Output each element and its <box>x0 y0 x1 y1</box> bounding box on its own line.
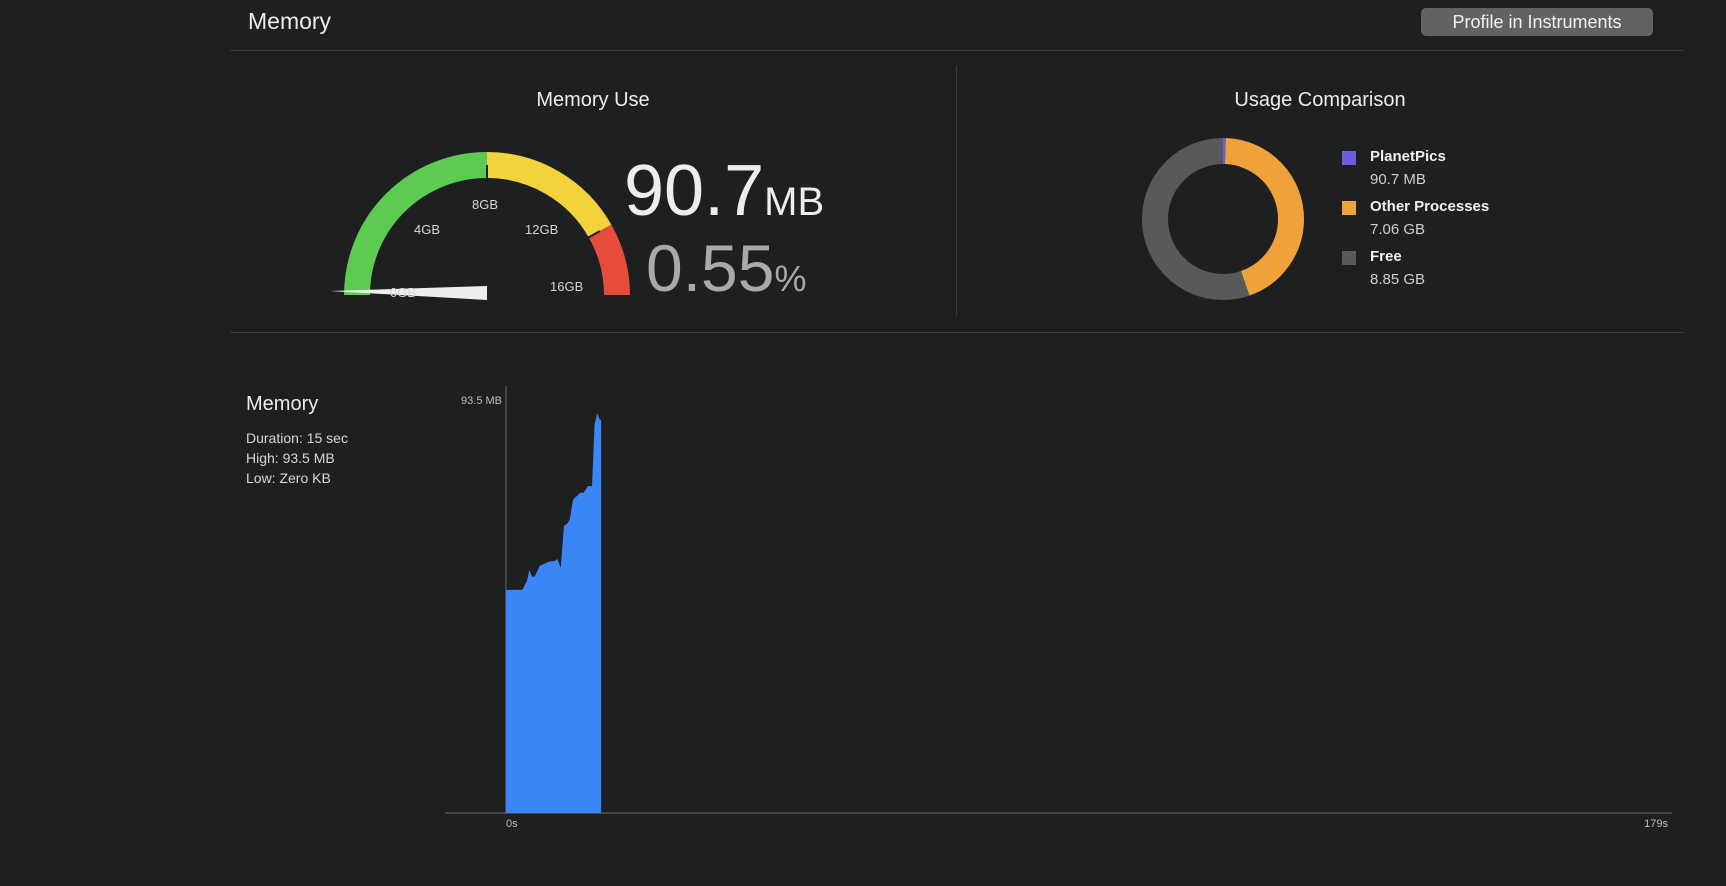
gauge-label-16gb: 16GB <box>550 279 584 294</box>
gauge-label-8gb: 8GB <box>472 197 499 212</box>
legend-name: PlanetPics <box>1370 148 1446 165</box>
memory-value-number: 90.7 <box>624 151 765 231</box>
memory-duration: Duration: 15 sec <box>246 430 348 446</box>
divider-vertical <box>956 66 957 316</box>
page-title: Memory <box>248 8 332 34</box>
legend-name: Free <box>1370 248 1402 265</box>
legend-value: 90.7 MB <box>1370 171 1426 188</box>
legend-value: 8.85 GB <box>1370 271 1426 288</box>
x-axis-end-label: 179s <box>1644 818 1668 830</box>
legend-name: Other Processes <box>1370 198 1490 215</box>
x-axis-start-label: 0s <box>506 818 518 830</box>
memory-area-series <box>506 413 602 813</box>
memory-high: High: 93.5 MB <box>246 450 335 466</box>
memory-percent: 0.55% <box>646 230 806 306</box>
legend-value: 7.06 GB <box>1370 221 1426 238</box>
memory-gauge: 0GB 4GB 8GB 12GB 16GB <box>320 140 640 315</box>
memory-panel-title: Memory <box>246 393 319 415</box>
legend-swatch-free <box>1342 251 1356 265</box>
divider-middle <box>230 332 1684 333</box>
memory-percent-number: 0.55 <box>646 231 775 305</box>
legend-swatch-planetpics <box>1342 151 1356 165</box>
gauge-red-arc <box>588 224 630 296</box>
memory-report: Memory Profile in Instruments Memory Use… <box>0 0 1726 886</box>
memory-value: 90.7MB <box>624 150 824 232</box>
memory-low: Low: Zero KB <box>246 470 331 486</box>
legend-swatch-other-processes <box>1342 201 1356 215</box>
gauge-label-12gb: 12GB <box>525 222 559 237</box>
memory-timeline-chart: 93.5 MB 0s 179s <box>440 380 1680 845</box>
memory-percent-unit: % <box>774 258 807 299</box>
usage-donut-chart <box>1138 134 1308 309</box>
y-axis-max-label: 93.5 MB <box>461 395 502 407</box>
memory-use-heading: Memory Use <box>536 89 650 111</box>
gauge-label-0gb: 0GB <box>390 285 417 300</box>
usage-comparison-heading: Usage Comparison <box>1234 89 1406 111</box>
profile-in-instruments-button[interactable]: Profile in Instruments <box>1421 8 1653 36</box>
memory-value-unit: MB <box>764 180 825 224</box>
gauge-label-4gb: 4GB <box>414 222 441 237</box>
divider-top <box>230 50 1684 51</box>
